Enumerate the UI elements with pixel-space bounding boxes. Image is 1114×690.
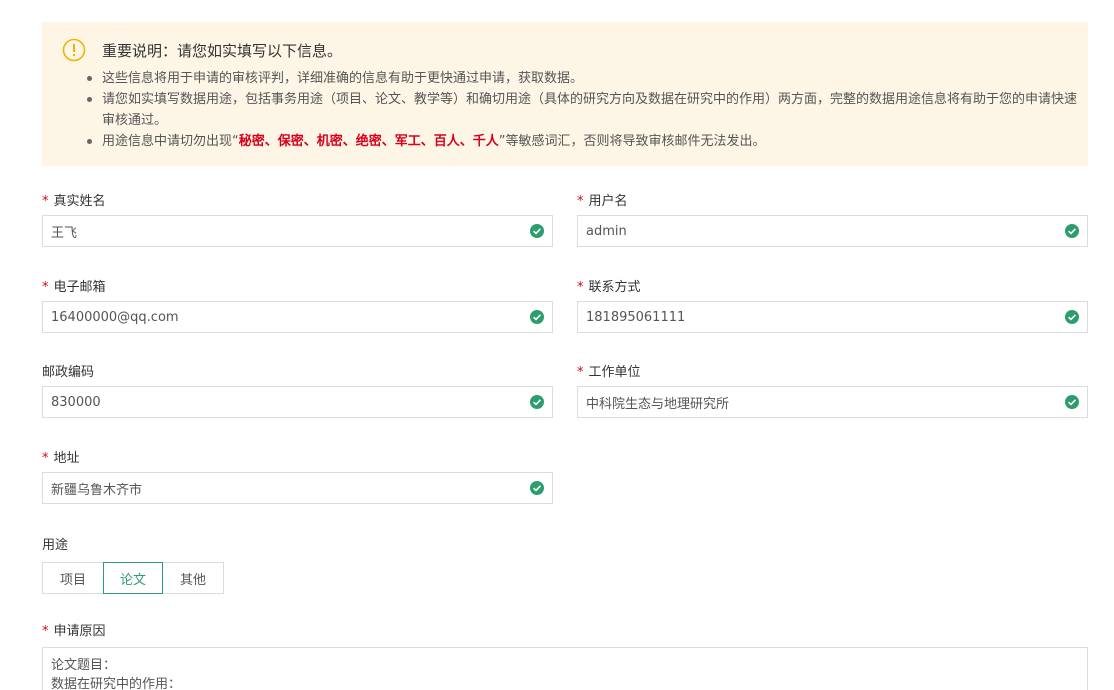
- check-circle-icon: [530, 224, 544, 238]
- check-circle-icon: [530, 310, 544, 324]
- address-input[interactable]: [43, 473, 503, 503]
- contact-input[interactable]: [578, 302, 1038, 332]
- reason-box: 论文题目： 数据在研究中的作用：: [42, 647, 1088, 690]
- usage-label: 用途: [42, 538, 69, 553]
- required-mark: *: [42, 280, 49, 295]
- address-box: [42, 472, 553, 504]
- required-mark: *: [42, 624, 49, 639]
- check-circle-icon: [1065, 310, 1079, 324]
- required-mark: *: [577, 280, 584, 295]
- reason-label: * 申请原因: [42, 624, 106, 639]
- notice-item: 请您如实填写数据用途，包括事务用途（项目、论文、教学等）和确切用途（具体的研究方…: [82, 89, 1082, 131]
- postal-label: 邮政编码: [42, 365, 95, 380]
- check-circle-icon: [1065, 224, 1079, 238]
- check-circle-icon: [530, 481, 544, 495]
- contact-label: * 联系方式: [577, 280, 641, 295]
- required-mark: *: [42, 451, 49, 466]
- notice-item-text: 用途信息中请切勿出现“: [102, 134, 239, 149]
- org-label: * 工作单位: [577, 365, 641, 380]
- email-label: * 电子邮箱: [42, 280, 106, 295]
- notice-title: 重要说明：请您如实填写以下信息。: [102, 42, 343, 60]
- username-field: * 用户名: [577, 192, 1088, 247]
- required-mark: *: [577, 194, 584, 209]
- username-label: * 用户名: [577, 194, 628, 209]
- usage-option-other[interactable]: 其他: [162, 562, 224, 594]
- real-name-box: [42, 215, 553, 247]
- email-input[interactable]: [43, 302, 503, 332]
- notice-item: 这些信息将用于申请的审核评判，详细准确的信息有助于更快通过申请，获取数据。: [82, 68, 1082, 89]
- usage-segmented-control: 项目 论文 其他: [42, 562, 224, 594]
- sensitive-words: 秘密、保密、机密、绝密、军工、百人、千人: [238, 134, 499, 149]
- real-name-label: * 真实姓名: [42, 194, 106, 209]
- notice-item: 用途信息中请切勿出现“秘密、保密、机密、绝密、军工、百人、千人”等敏感词汇，否则…: [82, 131, 1082, 152]
- required-mark: *: [577, 365, 584, 380]
- check-circle-icon: [530, 395, 544, 409]
- org-box: [577, 386, 1088, 418]
- org-field: * 工作单位: [577, 363, 1088, 418]
- check-circle-icon: [1065, 395, 1079, 409]
- email-field: * 电子邮箱: [42, 278, 553, 333]
- postal-box: [42, 386, 553, 418]
- real-name-input[interactable]: [43, 216, 503, 246]
- reason-textarea[interactable]: 论文题目： 数据在研究中的作用：: [51, 656, 1079, 690]
- exclamation-circle-icon: [62, 38, 86, 62]
- notice-item-text: ”等敏感词汇，否则将导致审核邮件无法发出。: [498, 134, 766, 149]
- notice-list: 这些信息将用于申请的审核评判，详细准确的信息有助于更快通过申请，获取数据。 请您…: [82, 68, 1082, 152]
- postal-input[interactable]: [43, 387, 503, 417]
- notice-panel: 重要说明：请您如实填写以下信息。 这些信息将用于申请的审核评判，详细准确的信息有…: [42, 22, 1088, 166]
- usage-option-project[interactable]: 项目: [42, 562, 104, 594]
- required-mark: *: [42, 194, 49, 209]
- usage-option-paper[interactable]: 论文: [103, 562, 163, 594]
- address-field: * 地址: [42, 449, 553, 504]
- username-box: [577, 215, 1088, 247]
- contact-field: * 联系方式: [577, 278, 1088, 333]
- postal-field: 邮政编码: [42, 363, 553, 418]
- email-box: [42, 301, 553, 333]
- contact-box: [577, 301, 1088, 333]
- username-input[interactable]: [578, 216, 1038, 246]
- org-input[interactable]: [578, 387, 1038, 417]
- real-name-field: * 真实姓名: [42, 192, 553, 247]
- address-label: * 地址: [42, 451, 80, 466]
